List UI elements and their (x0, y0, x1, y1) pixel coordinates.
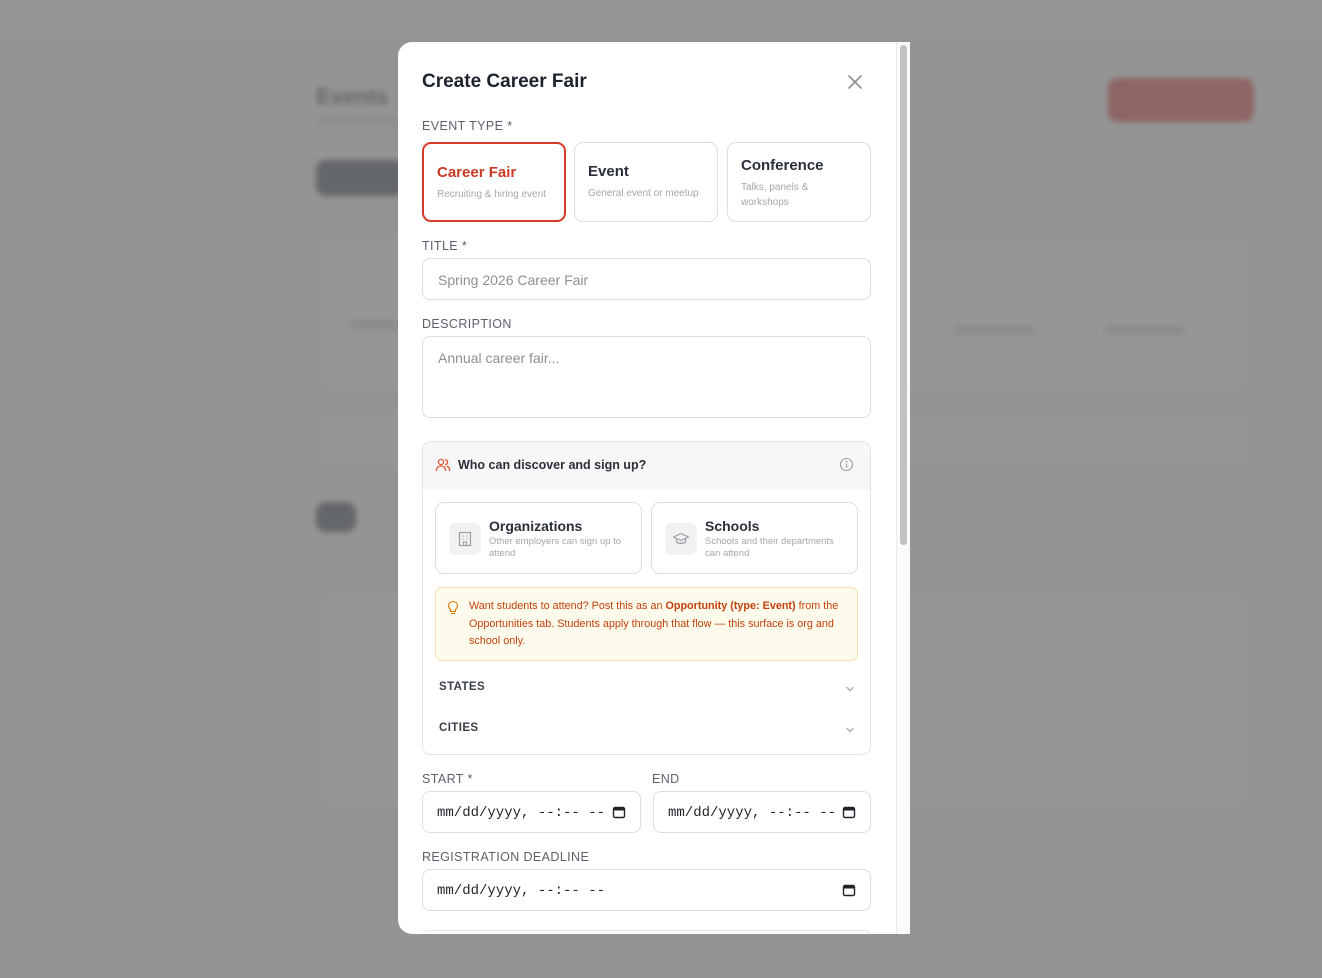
building-icon (449, 523, 481, 555)
description-label: DESCRIPTION (422, 317, 512, 331)
student-tip-callout: Want students to attend? Post this as an… (435, 587, 858, 661)
users-icon (435, 458, 451, 472)
description-textarea[interactable]: Annual career fair... (422, 336, 871, 418)
calendar-icon[interactable] (842, 805, 856, 819)
modal-scrollbar[interactable] (896, 42, 910, 934)
cities-label: CITIES (439, 722, 479, 734)
audience-option-subtitle: Schools and their departments can attend (705, 536, 834, 559)
info-icon[interactable] (839, 457, 854, 472)
audience-section: Who can discover and sign up? Organizati… (422, 441, 871, 755)
event-type-label: EVENT TYPE * (422, 119, 513, 133)
modal-title: Create Career Fair (422, 71, 587, 92)
graduation-cap-icon (665, 523, 697, 555)
states-filter-toggle[interactable]: STATES (439, 681, 856, 701)
audience-option-subtitle: Other employers can sign up to attend (489, 536, 622, 559)
create-event-modal: Create Career Fair EVENT TYPE * Career F… (398, 42, 910, 934)
event-type-subtitle: General event or meetup (588, 188, 699, 199)
close-icon (848, 75, 862, 89)
title-input[interactable]: Spring 2026 Career Fair (422, 258, 871, 300)
start-datetime-input[interactable]: mm/dd/yyyy, --:-- -- (422, 791, 641, 833)
event-type-career-fair[interactable]: Career Fair Recruiting & hiring event (422, 142, 566, 222)
chevron-down-icon (846, 686, 854, 692)
lightbulb-icon (447, 600, 459, 615)
event-type-title: Conference (741, 157, 824, 174)
registration-deadline-label: REGISTRATION DEADLINE (422, 850, 590, 864)
calendar-icon[interactable] (842, 883, 856, 897)
audience-heading: Who can discover and sign up? (458, 458, 647, 472)
title-label: TITLE * (422, 239, 468, 253)
end-label: END (652, 772, 680, 786)
start-datetime-placeholder: mm/dd/yyyy, --:-- -- (437, 805, 606, 821)
event-type-subtitle: Talks, panels & workshops (741, 182, 809, 208)
end-datetime-input[interactable]: mm/dd/yyyy, --:-- -- (653, 791, 871, 833)
calendar-icon[interactable] (612, 805, 626, 819)
close-button[interactable] (844, 71, 866, 93)
start-label: START * (422, 772, 473, 786)
registration-deadline-input[interactable]: mm/dd/yyyy, --:-- -- (422, 869, 871, 911)
states-label: STATES (439, 681, 486, 693)
cities-filter-toggle[interactable]: CITIES (439, 722, 856, 742)
event-type-event[interactable]: Event General event or meetup (574, 142, 718, 222)
event-type-title: Career Fair (437, 164, 517, 181)
audience-option-schools[interactable]: Schools Schools and their departments ca… (651, 502, 858, 574)
next-field-peek (422, 930, 871, 934)
tip-prefix: Want students to attend? Post this as an (469, 600, 666, 612)
chevron-down-icon (846, 727, 854, 733)
audience-option-title: Organizations (489, 518, 583, 534)
tip-bold: Opportunity (type: Event) (665, 600, 796, 612)
end-datetime-placeholder: mm/dd/yyyy, --:-- -- (668, 805, 837, 821)
event-type-subtitle: Recruiting & hiring event (437, 189, 546, 200)
audience-header: Who can discover and sign up? (423, 442, 870, 490)
event-type-title: Event (588, 163, 629, 180)
event-type-conference[interactable]: Conference Talks, panels & workshops (727, 142, 871, 222)
audience-option-title: Schools (705, 518, 760, 534)
audience-option-organizations[interactable]: Organizations Other employers can sign u… (435, 502, 642, 574)
deadline-datetime-placeholder: mm/dd/yyyy, --:-- -- (437, 883, 606, 899)
tip-text: Want students to attend? Post this as an… (469, 598, 849, 651)
scrollbar-thumb[interactable] (900, 45, 907, 545)
